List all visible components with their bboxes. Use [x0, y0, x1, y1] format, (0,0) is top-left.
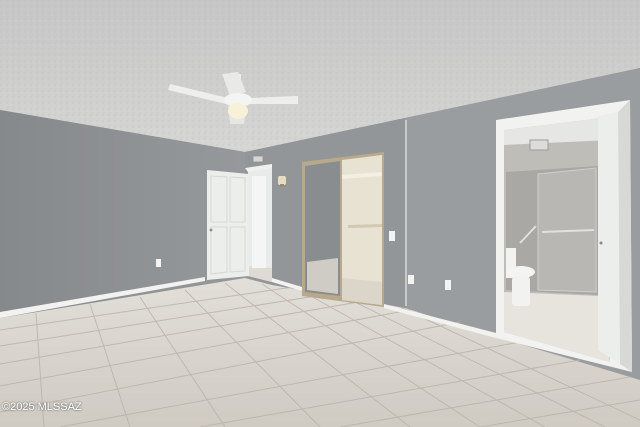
room-photo — [0, 0, 640, 427]
fan-light-bulb — [228, 103, 248, 119]
photo-watermark: ©2025 MLSSAZ — [2, 401, 82, 413]
wall-outlet-right — [445, 280, 451, 290]
bathroom-vent — [529, 139, 549, 151]
closet-mirror-reflection — [307, 258, 338, 294]
bathroom-door-shadow — [618, 100, 632, 372]
light-switch — [389, 231, 395, 241]
hvac-vent — [252, 155, 264, 163]
wall-outlet-left — [156, 259, 161, 267]
hallway-far-door — [252, 176, 266, 268]
bathroom-door — [598, 112, 620, 364]
bedroom-door — [207, 170, 249, 280]
door-knob — [209, 228, 213, 232]
wall-outlet-middle — [408, 275, 414, 284]
bathroom-door-knob — [599, 241, 603, 245]
